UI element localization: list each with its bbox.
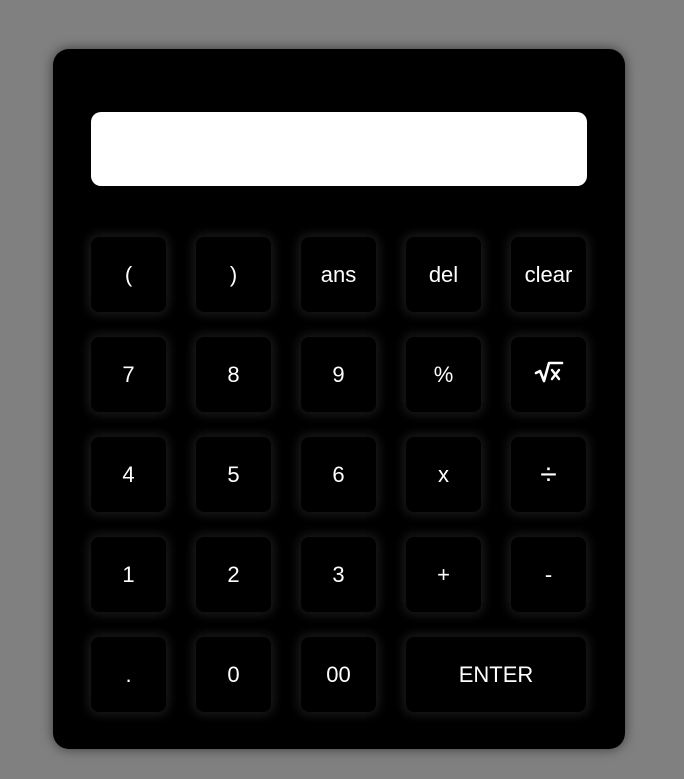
- digit-0-button[interactable]: 0: [196, 637, 271, 712]
- display-screen: [91, 112, 587, 186]
- close-paren-button[interactable]: ): [196, 237, 271, 312]
- open-paren-button[interactable]: (: [91, 237, 166, 312]
- divide-button[interactable]: ÷: [511, 437, 586, 512]
- divide-icon: ÷: [540, 457, 557, 491]
- square-root-icon: [534, 360, 564, 390]
- digit-8-button[interactable]: 8: [196, 337, 271, 412]
- keypad: ( ) ans del clear 7 8 9 % 4 5 6 x ÷ 1 2 …: [91, 237, 587, 712]
- digit-1-button[interactable]: 1: [91, 537, 166, 612]
- delete-button[interactable]: del: [406, 237, 481, 312]
- digit-4-button[interactable]: 4: [91, 437, 166, 512]
- minus-button[interactable]: -: [511, 537, 586, 612]
- enter-button[interactable]: ENTER: [406, 637, 586, 712]
- digit-2-button[interactable]: 2: [196, 537, 271, 612]
- percent-button[interactable]: %: [406, 337, 481, 412]
- digit-6-button[interactable]: 6: [301, 437, 376, 512]
- clear-button[interactable]: clear: [511, 237, 586, 312]
- digit-5-button[interactable]: 5: [196, 437, 271, 512]
- double-zero-button[interactable]: 00: [301, 637, 376, 712]
- plus-button[interactable]: +: [406, 537, 481, 612]
- square-root-button[interactable]: [511, 337, 586, 412]
- digit-3-button[interactable]: 3: [301, 537, 376, 612]
- ans-button[interactable]: ans: [301, 237, 376, 312]
- calculator: ( ) ans del clear 7 8 9 % 4 5 6 x ÷ 1 2 …: [53, 49, 625, 749]
- digit-9-button[interactable]: 9: [301, 337, 376, 412]
- multiply-button[interactable]: x: [406, 437, 481, 512]
- digit-7-button[interactable]: 7: [91, 337, 166, 412]
- decimal-button[interactable]: .: [91, 637, 166, 712]
